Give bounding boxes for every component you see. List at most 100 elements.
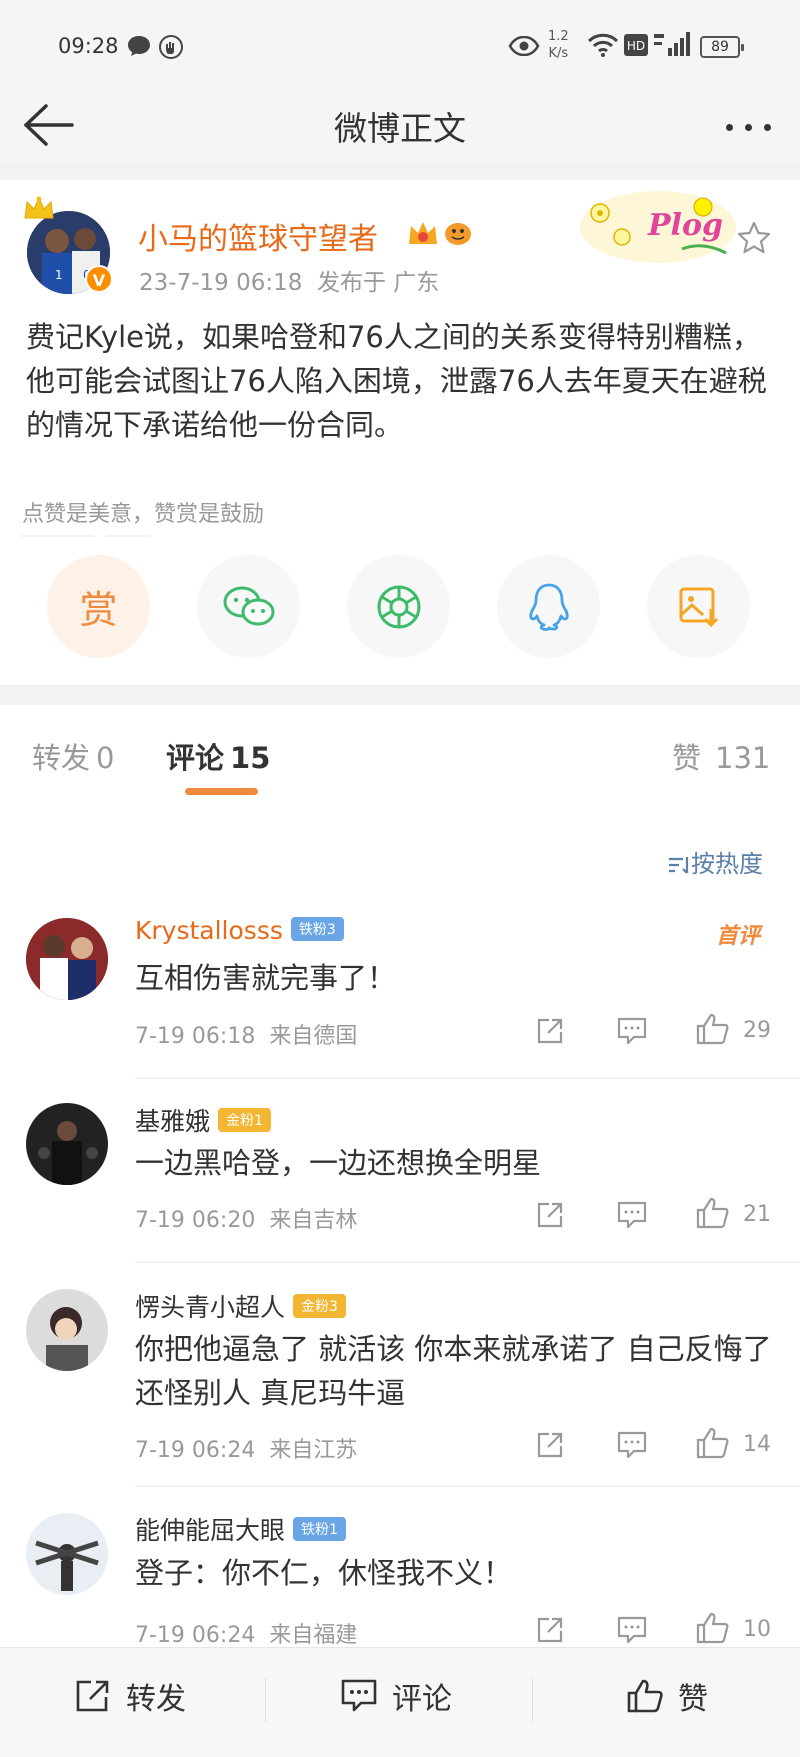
like-icon[interactable] [695, 1196, 731, 1234]
tab-likes[interactable]: 赞 131 [672, 735, 770, 777]
like-count: 29 [743, 1018, 771, 1043]
page-title: 微博正文 [334, 109, 466, 148]
like-icon [627, 1679, 663, 1713]
fan-badge: 铁粉1 [293, 1517, 346, 1541]
repost-icon[interactable] [535, 1200, 565, 1234]
more-icon[interactable] [726, 116, 783, 135]
repost-icon[interactable] [535, 1016, 565, 1050]
post-location: 发布于 广东 [316, 270, 440, 296]
comment-time: 7-19 06:24 [135, 1623, 256, 1647]
like-count: 21 [743, 1202, 771, 1227]
like-count: 10 [743, 1617, 771, 1642]
status-time: 09:28 [58, 34, 119, 58]
bar-divider [265, 1678, 266, 1722]
repost-icon[interactable] [535, 1615, 565, 1647]
tab-repost[interactable]: 转发 0 [32, 735, 114, 777]
repost-label: 转发 [126, 1682, 186, 1717]
comment-meta: 7-19 06:24 来自江苏 [135, 1432, 357, 1464]
hd-icon: HD [624, 34, 648, 60]
moments-icon[interactable] [347, 555, 450, 658]
first-comment-label: 首评 [716, 924, 761, 949]
sort-button[interactable]: 按热度 [667, 844, 763, 879]
comment-location: 来自吉林 [269, 1208, 358, 1233]
eye-icon [508, 35, 540, 60]
post-card: 1 0 V 小马的篮球守望者 23-7-19 06:18 发布于 广东 Plog [0, 180, 800, 685]
vip-badge-icon [409, 222, 471, 245]
plog-decoration: Plog [578, 185, 738, 279]
reward-button[interactable]: 赏 [47, 555, 150, 658]
tab-repost-count: 0 [96, 741, 115, 775]
commenter-name-text: Krystallosss [135, 916, 283, 945]
comment-time: 7-19 06:24 [135, 1438, 256, 1463]
post-meta: 23-7-19 06:18 发布于 广东 [139, 263, 439, 297]
save-image-icon[interactable] [647, 555, 750, 658]
signal-icon [652, 30, 692, 62]
comment-meta: 7-19 06:24 来自福建 [135, 1617, 357, 1647]
author-badges [405, 216, 475, 256]
fan-badge: 金粉3 [293, 1294, 346, 1318]
comment-icon[interactable] [616, 1615, 648, 1647]
fan-badge: 铁粉3 [290, 917, 344, 941]
commenter-avatar[interactable] [26, 1289, 108, 1371]
bottom-action-bar: 转发 评论 赞 [0, 1647, 800, 1757]
author-name[interactable]: 小马的篮球守望者 [138, 214, 378, 258]
tabs-bar: 转发 0 评论 15 赞 131 [0, 705, 800, 805]
comment-location: 来自福建 [269, 1623, 358, 1647]
tab-comments[interactable]: 评论 15 [166, 735, 270, 777]
comment-label: 评论 [392, 1682, 452, 1717]
hint-divider [20, 535, 150, 537]
sort-label: 按热度 [691, 850, 763, 878]
repost-button[interactable]: 转发 [74, 1674, 186, 1718]
comment-divider [135, 1261, 800, 1263]
battery-icon: 89 [700, 36, 744, 58]
bar-divider [532, 1678, 533, 1722]
commenter-name[interactable]: 基雅娥 金粉1 [135, 1102, 271, 1138]
comment-icon[interactable] [616, 1200, 648, 1234]
repost-icon [76, 1680, 109, 1712]
like-button[interactable]: 赞 [626, 1674, 708, 1718]
tab-indicator [185, 788, 258, 795]
like-count: 14 [743, 1432, 771, 1457]
nav-bar: 微博正文 [0, 92, 800, 162]
commenter-avatar[interactable] [26, 1513, 108, 1595]
verified-badge: V [85, 265, 113, 293]
qq-icon[interactable] [497, 555, 600, 658]
tab-comments-label: 评论 [166, 741, 225, 775]
wechat-icon[interactable] [197, 555, 300, 658]
comments-list: 按热度 Krystallosss 铁粉3 首评 互相伤害就完事了！ 7-19 06… [0, 802, 800, 1647]
net-speed-unit: K/s [548, 46, 569, 61]
tab-likes-label: 赞 [672, 741, 702, 775]
net-speed: 1.2 K/s [548, 28, 569, 62]
comment-location: 来自江苏 [269, 1438, 358, 1463]
comment-text: 你把他逼急了 就活该 你本来就承诺了 自己反悔了 还怪别人 真尼玛牛逼 [135, 1332, 772, 1410]
commenter-avatar[interactable] [26, 1103, 108, 1185]
commenter-name-text: 能伸能屈大眼 [135, 1516, 286, 1545]
wifi-icon [586, 30, 620, 62]
svg-text:1: 1 [55, 268, 63, 282]
fan-badge: 金粉1 [218, 1108, 271, 1132]
commenter-name[interactable]: 愣头青小超人 金粉3 [135, 1288, 346, 1324]
comment-text: 一边黑哈登，一边还想换全明星 [135, 1146, 542, 1180]
favorite-star-icon[interactable] [736, 220, 772, 260]
net-speed-value: 1.2 [548, 29, 569, 44]
repost-icon[interactable] [535, 1430, 565, 1464]
commenter-name[interactable]: Krystallosss 铁粉3 [135, 916, 344, 945]
comment-icon[interactable] [616, 1430, 648, 1464]
comment-icon [341, 1679, 377, 1712]
comment-icon[interactable] [616, 1016, 648, 1050]
comment-button[interactable]: 评论 [340, 1674, 452, 1718]
tab-comments-count: 15 [230, 741, 271, 775]
tab-likes-count: 131 [715, 741, 771, 775]
comment-divider [135, 1485, 800, 1487]
post-time: 23-7-19 06:18 [139, 270, 303, 296]
comment-text: 登子：你不仁，休怪我不义！ [135, 1556, 513, 1590]
post-text: 费记Kyle说，如果哈登和76人之间的关系变得特别糟糕，他可能会试图让76人陷入… [26, 320, 767, 442]
comment-time: 7-19 06:18 [135, 1024, 256, 1049]
commenter-avatar[interactable] [26, 918, 108, 1000]
share-row: 赏 [0, 555, 800, 665]
like-icon[interactable] [695, 1611, 731, 1647]
like-icon[interactable] [695, 1012, 731, 1050]
like-icon[interactable] [695, 1426, 731, 1464]
commenter-name-text: 愣头青小超人 [135, 1293, 286, 1322]
commenter-name[interactable]: 能伸能屈大眼 铁粉1 [135, 1511, 346, 1547]
